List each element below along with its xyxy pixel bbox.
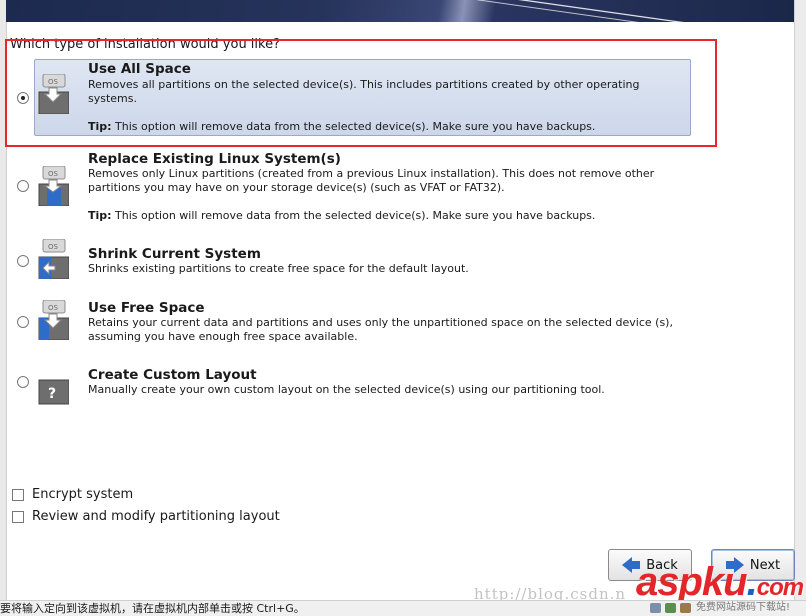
svg-text:?: ? <box>48 386 56 402</box>
svg-text:OS: OS <box>48 78 59 86</box>
svg-text:OS: OS <box>48 243 59 251</box>
os-disk-replace-icon: OS <box>38 166 69 206</box>
tip-label: Tip: <box>88 209 112 222</box>
custom-layout-question-icon: ? <box>38 379 69 405</box>
window-right-edge <box>794 0 806 600</box>
tip-text: This option will remove data from the se… <box>111 120 596 133</box>
encrypt-system-row[interactable]: Encrypt system <box>12 487 133 502</box>
option-description: Retains your current data and partitions… <box>88 316 673 343</box>
review-layout-row[interactable]: Review and modify partitioning layout <box>12 509 280 524</box>
option-title: Create Custom Layout <box>88 367 257 383</box>
option-title: Replace Existing Linux System(s) <box>88 151 341 167</box>
os-disk-free-icon: OS <box>38 300 69 340</box>
option-description: Removes only Linux partitions (created f… <box>88 167 655 194</box>
radio-use-free-space[interactable] <box>17 316 29 328</box>
option-description: Manually create your own custom layout o… <box>88 383 605 396</box>
encrypt-system-label: Encrypt system <box>32 487 134 502</box>
option-tip: Tip: This option will remove data from t… <box>88 120 595 133</box>
option-description: Removes all partitions on the selected d… <box>88 78 640 105</box>
status-message: 要将输入定向到该虚拟机，请在虚拟机内部单击或按 Ctrl+G。 <box>0 602 305 615</box>
svg-text:OS: OS <box>48 170 59 178</box>
svg-text:OS: OS <box>48 304 59 312</box>
radio-use-all-space[interactable] <box>17 92 29 104</box>
option-title: Use All Space <box>88 61 191 77</box>
back-arrow-icon <box>622 557 641 573</box>
os-disk-down-icon: OS <box>38 74 69 114</box>
tip-label: Tip: <box>88 120 112 133</box>
status-tray <box>650 603 691 613</box>
encrypt-system-checkbox[interactable] <box>12 488 24 501</box>
review-layout-checkbox[interactable] <box>12 510 24 523</box>
network-icon <box>665 603 676 613</box>
review-layout-label: Review and modify partitioning layout <box>32 509 280 524</box>
radio-replace-linux[interactable] <box>17 180 29 192</box>
installer-banner <box>6 0 794 22</box>
tip-text: This option will remove data from the se… <box>111 209 596 222</box>
hdd-icon <box>650 603 661 613</box>
option-tip: Tip: This option will remove data from t… <box>88 209 595 222</box>
watermark-subtitle: 免费网站源码下载站! <box>696 602 791 613</box>
option-description: Shrinks existing partitions to create fr… <box>88 262 469 275</box>
usb-icon <box>680 603 691 613</box>
radio-custom-layout[interactable] <box>17 376 29 388</box>
radio-shrink-current[interactable] <box>17 255 29 267</box>
option-title: Shrink Current System <box>88 246 261 262</box>
vm-status-bar: 要将输入定向到该虚拟机，请在虚拟机内部单击或按 Ctrl+G。 <box>0 600 806 616</box>
option-title: Use Free Space <box>88 300 205 316</box>
os-disk-shrink-icon: OS <box>38 239 69 279</box>
